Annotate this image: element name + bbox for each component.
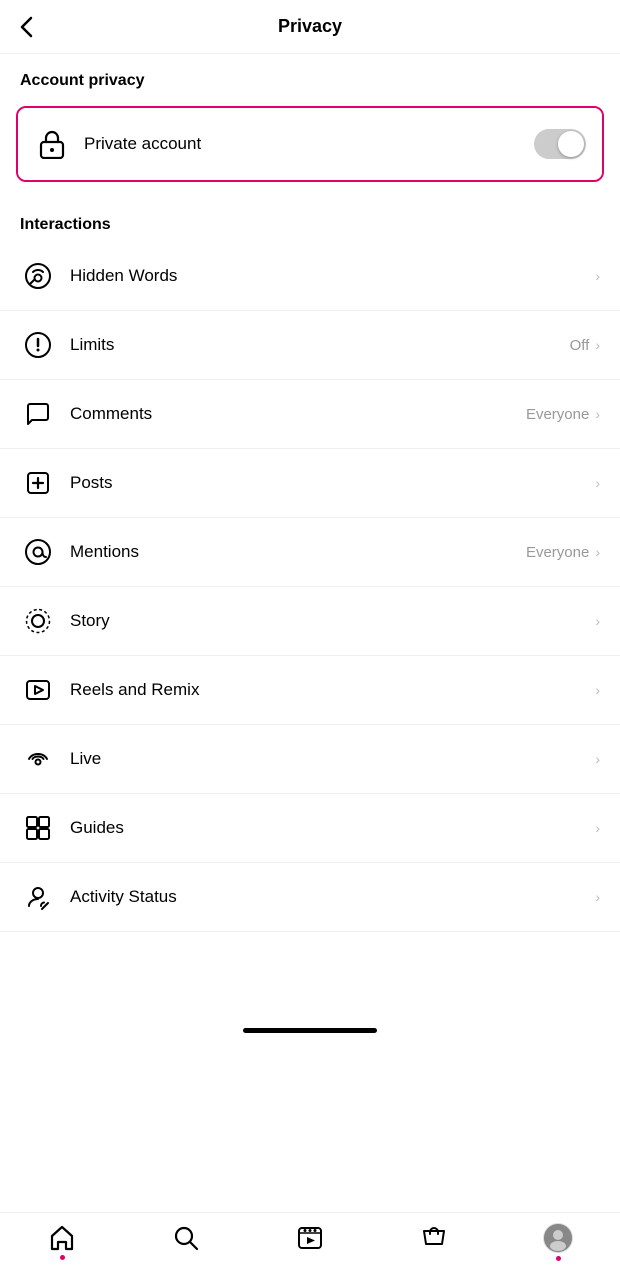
home-icon bbox=[48, 1224, 76, 1252]
search-icon bbox=[172, 1224, 200, 1252]
live-label: Live bbox=[70, 749, 593, 769]
comments-right: Everyone › bbox=[526, 406, 600, 423]
hidden-words-label: Hidden Words bbox=[70, 266, 593, 286]
toggle-knob bbox=[558, 131, 584, 157]
comments-label: Comments bbox=[70, 404, 526, 424]
story-label: Story bbox=[70, 611, 593, 631]
activity-status-right: › bbox=[593, 889, 600, 905]
reels-chevron: › bbox=[595, 682, 600, 698]
interactions-section: Interactions Hidden Words › Limits Of bbox=[0, 194, 620, 932]
profile-avatar bbox=[543, 1223, 573, 1253]
comments-row[interactable]: Comments Everyone › bbox=[0, 380, 620, 449]
story-chevron: › bbox=[595, 613, 600, 629]
limits-value: Off bbox=[570, 337, 590, 354]
private-account-label: Private account bbox=[84, 134, 534, 154]
reels-row[interactable]: Reels and Remix › bbox=[0, 656, 620, 725]
story-icon bbox=[20, 603, 56, 639]
limits-row[interactable]: Limits Off › bbox=[0, 311, 620, 380]
posts-chevron: › bbox=[595, 475, 600, 491]
story-right: › bbox=[593, 613, 600, 629]
limits-chevron: › bbox=[595, 337, 600, 353]
comments-value: Everyone bbox=[526, 406, 589, 423]
activity-status-chevron: › bbox=[595, 889, 600, 905]
bottom-nav bbox=[0, 1212, 620, 1273]
guides-icon bbox=[20, 810, 56, 846]
back-button[interactable] bbox=[20, 16, 33, 38]
limits-label: Limits bbox=[70, 335, 570, 355]
reels-right: › bbox=[593, 682, 600, 698]
hidden-words-right: › bbox=[593, 268, 600, 284]
reels-icon bbox=[20, 672, 56, 708]
posts-row[interactable]: Posts › bbox=[0, 449, 620, 518]
nav-shop[interactable] bbox=[372, 1224, 496, 1252]
comments-chevron: › bbox=[595, 406, 600, 422]
page-title: Privacy bbox=[278, 16, 342, 37]
activity-status-row[interactable]: Activity Status › bbox=[0, 863, 620, 932]
guides-label: Guides bbox=[70, 818, 593, 838]
live-chevron: › bbox=[595, 751, 600, 767]
guides-chevron: › bbox=[595, 820, 600, 836]
reels-label: Reels and Remix bbox=[70, 680, 593, 700]
account-privacy-label: Account privacy bbox=[0, 54, 620, 98]
hidden-words-row[interactable]: Hidden Words › bbox=[0, 242, 620, 311]
interactions-label: Interactions bbox=[0, 198, 620, 242]
posts-icon bbox=[20, 465, 56, 501]
story-row[interactable]: Story › bbox=[0, 587, 620, 656]
private-account-row[interactable]: Private account bbox=[18, 108, 602, 180]
private-account-toggle[interactable] bbox=[534, 129, 586, 159]
mentions-label: Mentions bbox=[70, 542, 526, 562]
live-icon bbox=[20, 741, 56, 777]
posts-right: › bbox=[593, 475, 600, 491]
limits-right: Off › bbox=[570, 337, 600, 354]
profile-active-dot bbox=[556, 1256, 561, 1261]
nav-profile[interactable] bbox=[496, 1223, 620, 1253]
posts-label: Posts bbox=[70, 473, 593, 493]
mentions-value: Everyone bbox=[526, 544, 589, 561]
shop-icon bbox=[420, 1224, 448, 1252]
private-account-highlight: Private account bbox=[16, 106, 604, 182]
activity-status-icon bbox=[20, 879, 56, 915]
mentions-chevron: › bbox=[595, 544, 600, 560]
live-right: › bbox=[593, 751, 600, 767]
home-active-dot bbox=[60, 1255, 65, 1260]
guides-right: › bbox=[593, 820, 600, 836]
nav-reels[interactable] bbox=[248, 1224, 372, 1252]
comments-icon bbox=[20, 396, 56, 432]
home-indicator bbox=[243, 1028, 377, 1033]
mentions-icon bbox=[20, 534, 56, 570]
nav-search[interactable] bbox=[124, 1224, 248, 1252]
mentions-row[interactable]: Mentions Everyone › bbox=[0, 518, 620, 587]
reels-nav-icon bbox=[296, 1224, 324, 1252]
lock-icon bbox=[34, 126, 70, 162]
mentions-right: Everyone › bbox=[526, 544, 600, 561]
hidden-words-chevron: › bbox=[595, 268, 600, 284]
activity-status-label: Activity Status bbox=[70, 887, 593, 907]
nav-home[interactable] bbox=[0, 1224, 124, 1252]
limits-icon bbox=[20, 327, 56, 363]
hidden-words-icon bbox=[20, 258, 56, 294]
live-row[interactable]: Live › bbox=[0, 725, 620, 794]
header: Privacy bbox=[0, 0, 620, 54]
guides-row[interactable]: Guides › bbox=[0, 794, 620, 863]
